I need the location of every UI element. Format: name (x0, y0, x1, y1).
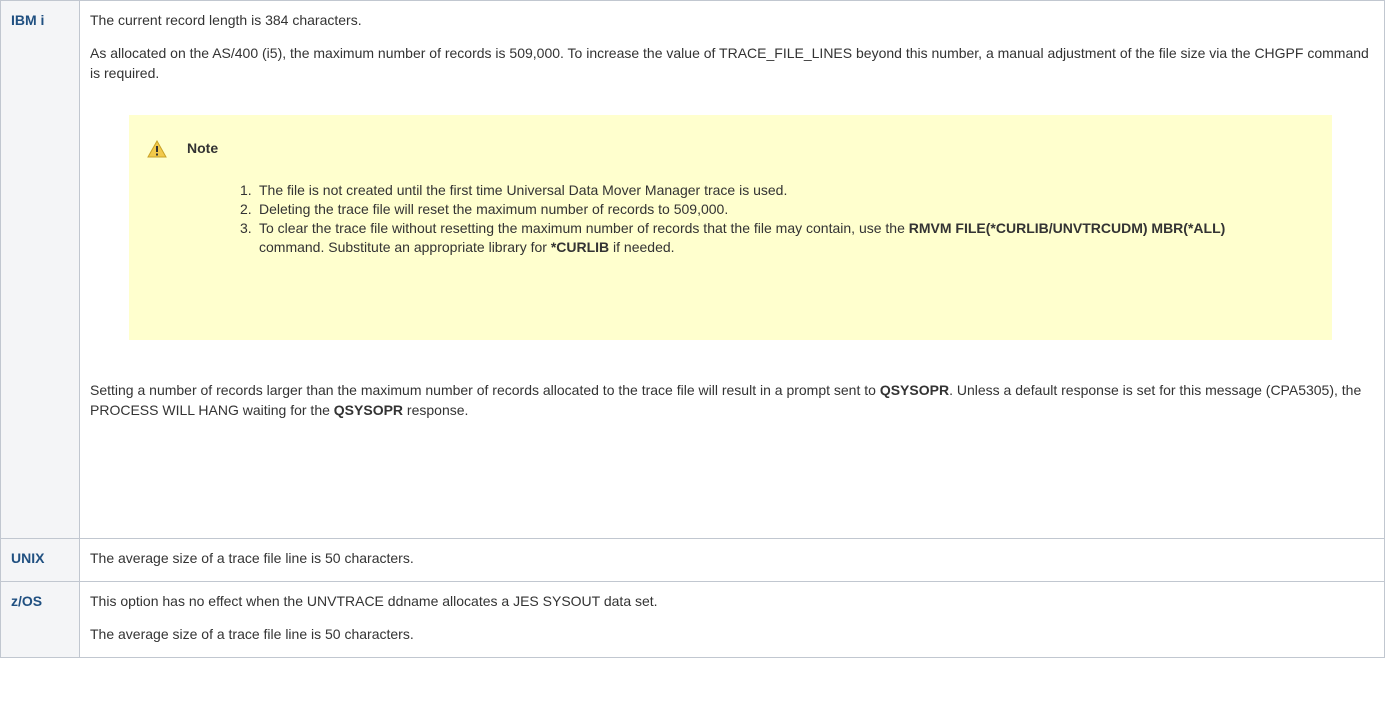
rmvm-command: RMVM FILE(*CURLIB/UNVTRCUDM) MBR(*ALL) (908, 220, 1226, 236)
warning-text-pre: Setting a number of records larger than … (90, 382, 880, 398)
warning-icon (147, 139, 167, 158)
note-item: 3. To clear the trace file without reset… (129, 219, 1332, 257)
note-item-number: 3. (240, 220, 252, 236)
platform-label-ibmi: IBM i (0, 0, 80, 539)
table-row-unix: UNIX The average size of a trace file li… (0, 538, 1385, 582)
platform-label-unix: UNIX (0, 538, 80, 582)
note-item: 1. The file is not created until the fir… (129, 181, 1332, 200)
description-zos: This option has no effect when the UNVTR… (79, 581, 1385, 658)
qsysopr-keyword: QSYSOPR (879, 382, 950, 398)
note-item-text-pre: To clear the trace file without resettin… (259, 220, 909, 236)
table-row-ibmi: IBM i The current record length is 384 c… (0, 0, 1385, 539)
platform-label-zos: z/OS (0, 581, 80, 658)
ibmi-record-length: The current record length is 384 charact… (90, 12, 362, 28)
zos-line-size: The average size of a trace file line is… (90, 626, 414, 642)
note-item: 2. Deleting the trace file will reset th… (129, 200, 1332, 219)
platform-table: IBM i The current record length is 384 c… (0, 0, 1385, 658)
note-item-number: 2. (240, 201, 252, 217)
ibmi-max-records: As allocated on the AS/400 (i5), the max… (90, 45, 1369, 81)
description-ibmi: The current record length is 384 charact… (79, 0, 1385, 539)
table-row-zos: z/OS This option has no effect when the … (0, 581, 1385, 658)
note-panel: Note 1. The file is not created until th… (129, 115, 1332, 340)
note-item-text-post: if needed. (609, 239, 675, 255)
note-item-text: Deleting the trace file will reset the m… (259, 201, 729, 217)
note-item-text-mid: command. Substitute an appropriate libra… (259, 239, 551, 255)
note-item-text: The file is not created until the first … (259, 182, 788, 198)
note-title: Note (187, 140, 219, 156)
warning-text-post: response. (403, 402, 469, 418)
zos-sysout-note: This option has no effect when the UNVTR… (90, 593, 658, 609)
qsysopr-keyword: QSYSOPR (333, 402, 404, 418)
note-list: 1. The file is not created until the fir… (129, 181, 1332, 257)
note-item-number: 1. (240, 182, 252, 198)
unix-line-size: The average size of a trace file line is… (90, 550, 414, 566)
curlib-keyword: *CURLIB (550, 239, 610, 255)
description-unix: The average size of a trace file line is… (79, 538, 1385, 582)
ibmi-qsysopr-warning: Setting a number of records larger than … (90, 380, 1374, 420)
